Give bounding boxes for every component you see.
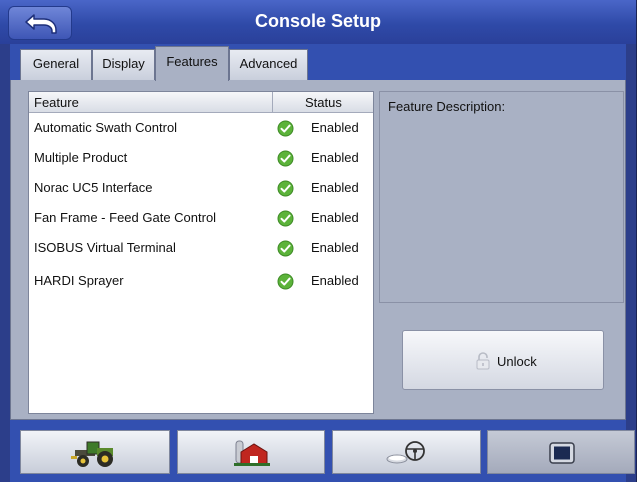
farm-barn-icon bbox=[234, 440, 270, 466]
padlock-icon bbox=[476, 352, 490, 370]
green-check-icon bbox=[277, 240, 294, 257]
tab-general[interactable]: General bbox=[20, 49, 92, 80]
feature-row[interactable]: Fan Frame - Feed Gate Control Enabled bbox=[29, 203, 373, 233]
feature-list-header: Feature Status bbox=[29, 92, 373, 113]
feature-name: Norac UC5 Interface bbox=[34, 180, 153, 195]
green-check-icon bbox=[277, 120, 294, 137]
green-check-icon bbox=[277, 210, 294, 227]
nav-button-farm[interactable] bbox=[177, 430, 325, 474]
green-check-icon bbox=[277, 273, 294, 290]
green-check-icon bbox=[277, 150, 294, 167]
unlock-button[interactable]: Unlock bbox=[402, 330, 604, 390]
column-header-feature[interactable]: Feature bbox=[34, 95, 79, 110]
unlock-label: Unlock bbox=[497, 354, 537, 369]
window-title: Console Setup bbox=[254, 11, 381, 31]
feature-row[interactable]: ISOBUS Virtual Terminal Enabled bbox=[29, 233, 373, 263]
feature-status: Enabled bbox=[311, 150, 359, 165]
display-monitor-icon bbox=[549, 442, 575, 464]
feature-status: Enabled bbox=[311, 210, 359, 225]
feature-row[interactable]: HARDI Sprayer Enabled bbox=[29, 266, 373, 296]
column-header-status[interactable]: Status bbox=[305, 95, 342, 110]
nav-button-equipment[interactable] bbox=[20, 430, 170, 474]
gps-steering-icon bbox=[386, 441, 425, 464]
feature-name: Fan Frame - Feed Gate Control bbox=[34, 210, 217, 225]
tab-features[interactable]: Features bbox=[155, 46, 229, 81]
feature-row[interactable]: Multiple Product Enabled bbox=[29, 143, 373, 173]
tab-advanced[interactable]: Advanced bbox=[229, 49, 308, 80]
feature-status: Enabled bbox=[311, 120, 359, 135]
nav-button-guidance[interactable] bbox=[332, 430, 481, 474]
feature-status: Enabled bbox=[311, 240, 359, 255]
feature-status: Enabled bbox=[311, 273, 359, 288]
feature-row[interactable]: Norac UC5 Interface Enabled bbox=[29, 173, 373, 203]
feature-name: Automatic Swath Control bbox=[34, 120, 178, 135]
tractor-icon bbox=[71, 441, 113, 467]
title-bar: Console Setup bbox=[0, 0, 636, 44]
green-check-icon bbox=[277, 180, 294, 197]
feature-status: Enabled bbox=[311, 180, 359, 195]
nav-button-setup[interactable] bbox=[487, 430, 635, 474]
feature-description-label: Feature Description: bbox=[388, 99, 506, 114]
feature-name: HARDI Sprayer bbox=[34, 273, 124, 288]
column-divider bbox=[272, 92, 273, 112]
feature-name: Multiple Product bbox=[34, 150, 128, 165]
feature-description-box: Feature Description: bbox=[379, 91, 624, 303]
tab-display[interactable]: Display bbox=[92, 49, 155, 80]
console-window: Console Setup General Display Features A… bbox=[0, 0, 637, 482]
feature-name: ISOBUS Virtual Terminal bbox=[34, 240, 176, 255]
feature-row[interactable]: Automatic Swath Control Enabled bbox=[29, 113, 373, 143]
feature-list[interactable]: Feature Status Automatic Swath Control E… bbox=[28, 91, 374, 414]
